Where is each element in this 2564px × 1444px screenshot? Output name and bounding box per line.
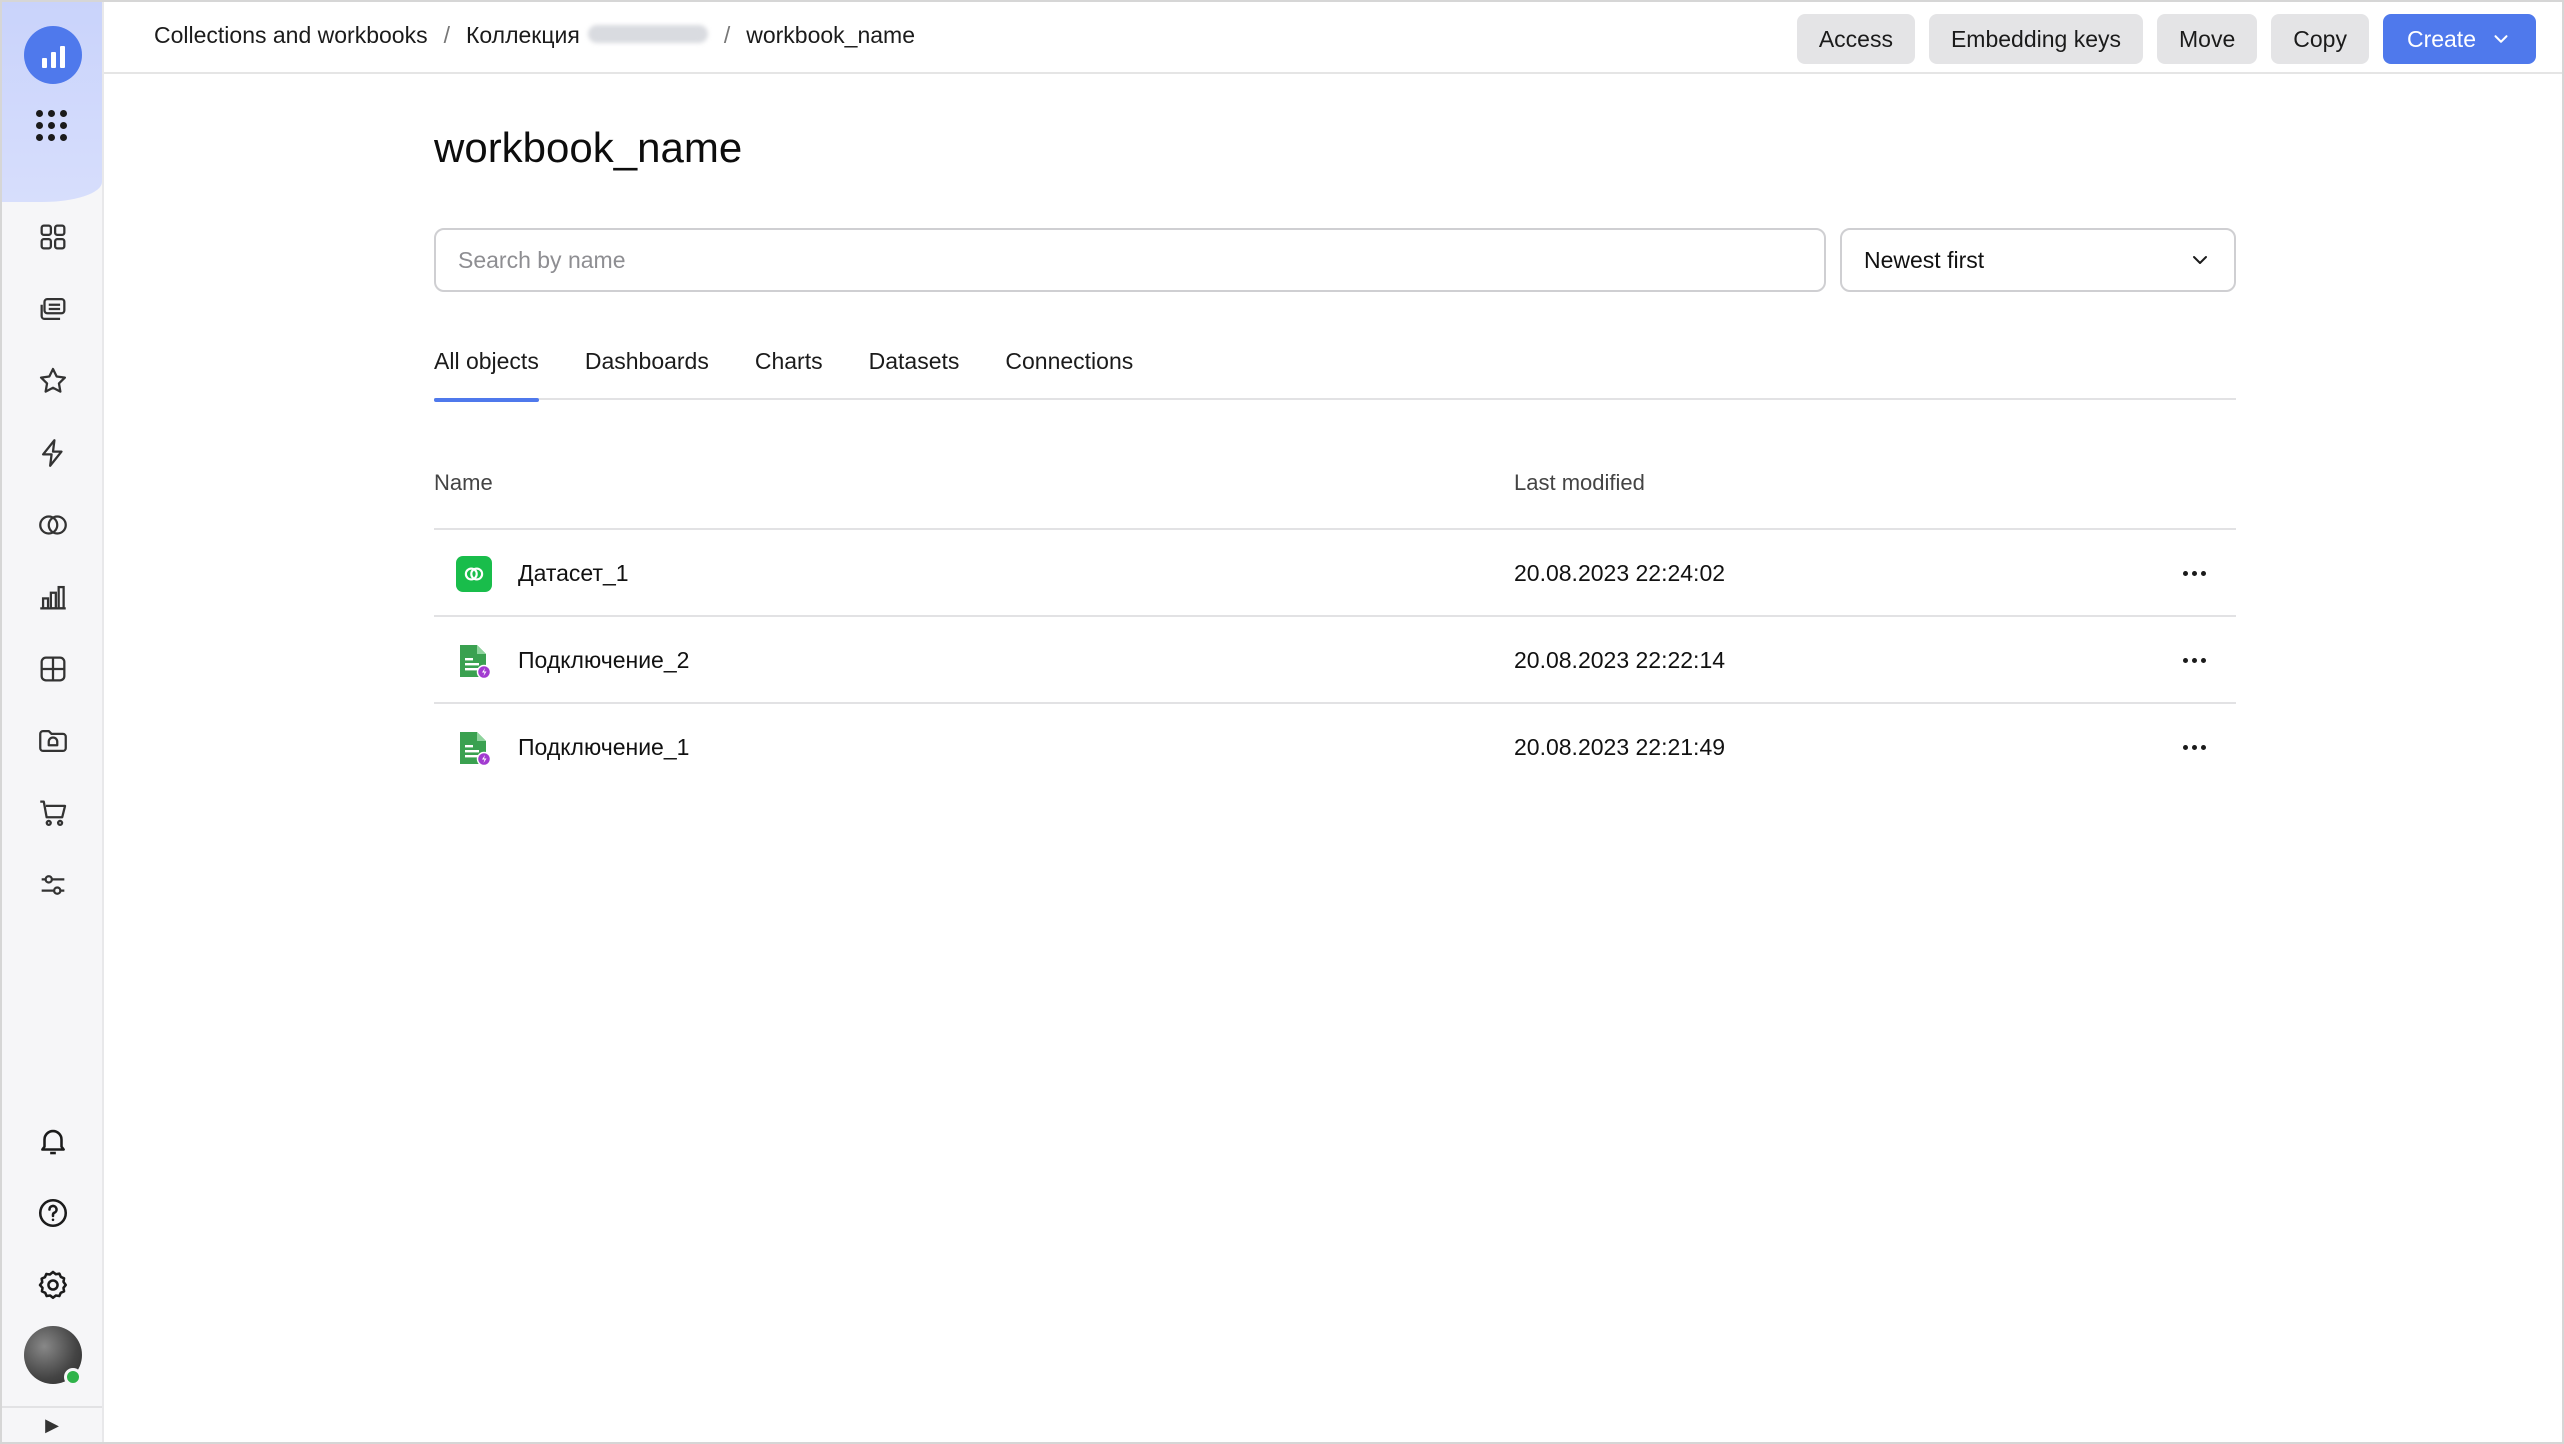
charts-icon[interactable] [36,580,70,614]
create-button[interactable]: Create [2382,14,2536,64]
header-actions: Access Embedding keys Move Copy Create [1796,14,2536,64]
table-header: Name Last modified [434,444,2236,530]
breadcrumb-collection-link[interactable]: Коллекция [466,22,708,49]
expand-arrow-icon: ▶ [45,1414,59,1435]
row-name[interactable]: Подключение_2 [518,647,689,674]
tab-charts[interactable]: Charts [755,338,823,400]
collapse-sidebar-button[interactable]: ▶ [2,1406,102,1442]
objects-table: Name Last modified Датасет_1 20.08.2023 … [434,444,2236,791]
row-last-modified: 20.08.2023 22:21:49 [1514,734,1726,760]
access-button[interactable]: Access [1796,14,1915,64]
breadcrumb-separator: / [443,22,450,48]
table-row[interactable]: Подключение_1 20.08.2023 22:21:49 [434,704,2236,791]
marketplace-icon[interactable] [36,796,70,830]
table-row[interactable]: Подключение_2 20.08.2023 22:22:14 [434,617,2236,704]
redacted-username [587,25,708,43]
tab-connections[interactable]: Connections [1005,338,1133,400]
table-row[interactable]: Датасет_1 20.08.2023 22:24:02 [434,530,2236,617]
copy-button[interactable]: Copy [2271,14,2369,64]
more-actions-icon[interactable] [2174,734,2214,760]
breadcrumb-separator: / [723,22,731,48]
row-last-modified: 20.08.2023 22:24:02 [1514,560,1726,586]
breadcrumb-collections-link[interactable]: Collections and workbooks [154,22,428,49]
top-bar: Collections and workbooks / Коллекция / … [104,2,2562,74]
column-header-name[interactable]: Name [434,470,493,496]
app-window: ▶ Collections and workbooks / Коллекция … [0,0,2564,1444]
sort-select[interactable]: Newest first [1840,228,2236,292]
breadcrumb-current: workbook_name [746,22,915,48]
row-name[interactable]: Подключение_1 [518,734,689,761]
datasets-icon[interactable] [36,508,70,542]
tab-dashboards[interactable]: Dashboards [585,338,709,400]
settings-icon[interactable] [36,1268,70,1302]
dashboards-icon[interactable] [36,220,70,254]
collections-icon[interactable] [36,724,70,758]
column-header-last-modified[interactable]: Last modified [1514,470,1645,496]
chevron-down-icon [2193,256,2207,264]
tab-all-objects[interactable]: All objects [434,338,539,402]
editor-icon[interactable] [36,652,70,686]
dataset-icon [456,556,492,592]
object-type-tabs: All objects Dashboards Charts Datasets C… [434,338,2236,402]
datalens-logo-icon[interactable] [24,26,82,84]
create-button-label: Create [2406,25,2476,52]
breadcrumb: Collections and workbooks / Коллекция / … [154,22,915,49]
connection-icon [456,643,492,680]
row-last-modified: 20.08.2023 22:22:14 [1514,647,1726,673]
notifications-icon[interactable] [36,1124,70,1158]
page-title: workbook_name [434,124,743,171]
chevron-down-icon [2494,35,2508,43]
sidebar: ▶ [2,2,104,1442]
all-services-icon[interactable] [36,110,68,142]
move-button[interactable]: Move [2157,14,2258,64]
settings-sliders-icon[interactable] [36,868,70,902]
breadcrumb-collection-label: Коллекция [465,22,580,48]
sort-select-value: Newest first [1864,246,1985,273]
embedding-keys-button[interactable]: Embedding keys [1928,14,2143,64]
row-name[interactable]: Датасет_1 [518,560,629,587]
workbooks-icon[interactable] [36,292,70,326]
more-actions-icon[interactable] [2174,560,2214,586]
online-status-badge [64,1368,82,1386]
connections-icon[interactable] [36,436,70,470]
more-actions-icon[interactable] [2174,647,2214,673]
connection-icon [456,730,492,767]
favorites-icon[interactable] [36,364,70,398]
search-input[interactable] [434,228,1826,292]
help-icon[interactable] [36,1196,70,1230]
tab-datasets[interactable]: Datasets [869,338,960,400]
